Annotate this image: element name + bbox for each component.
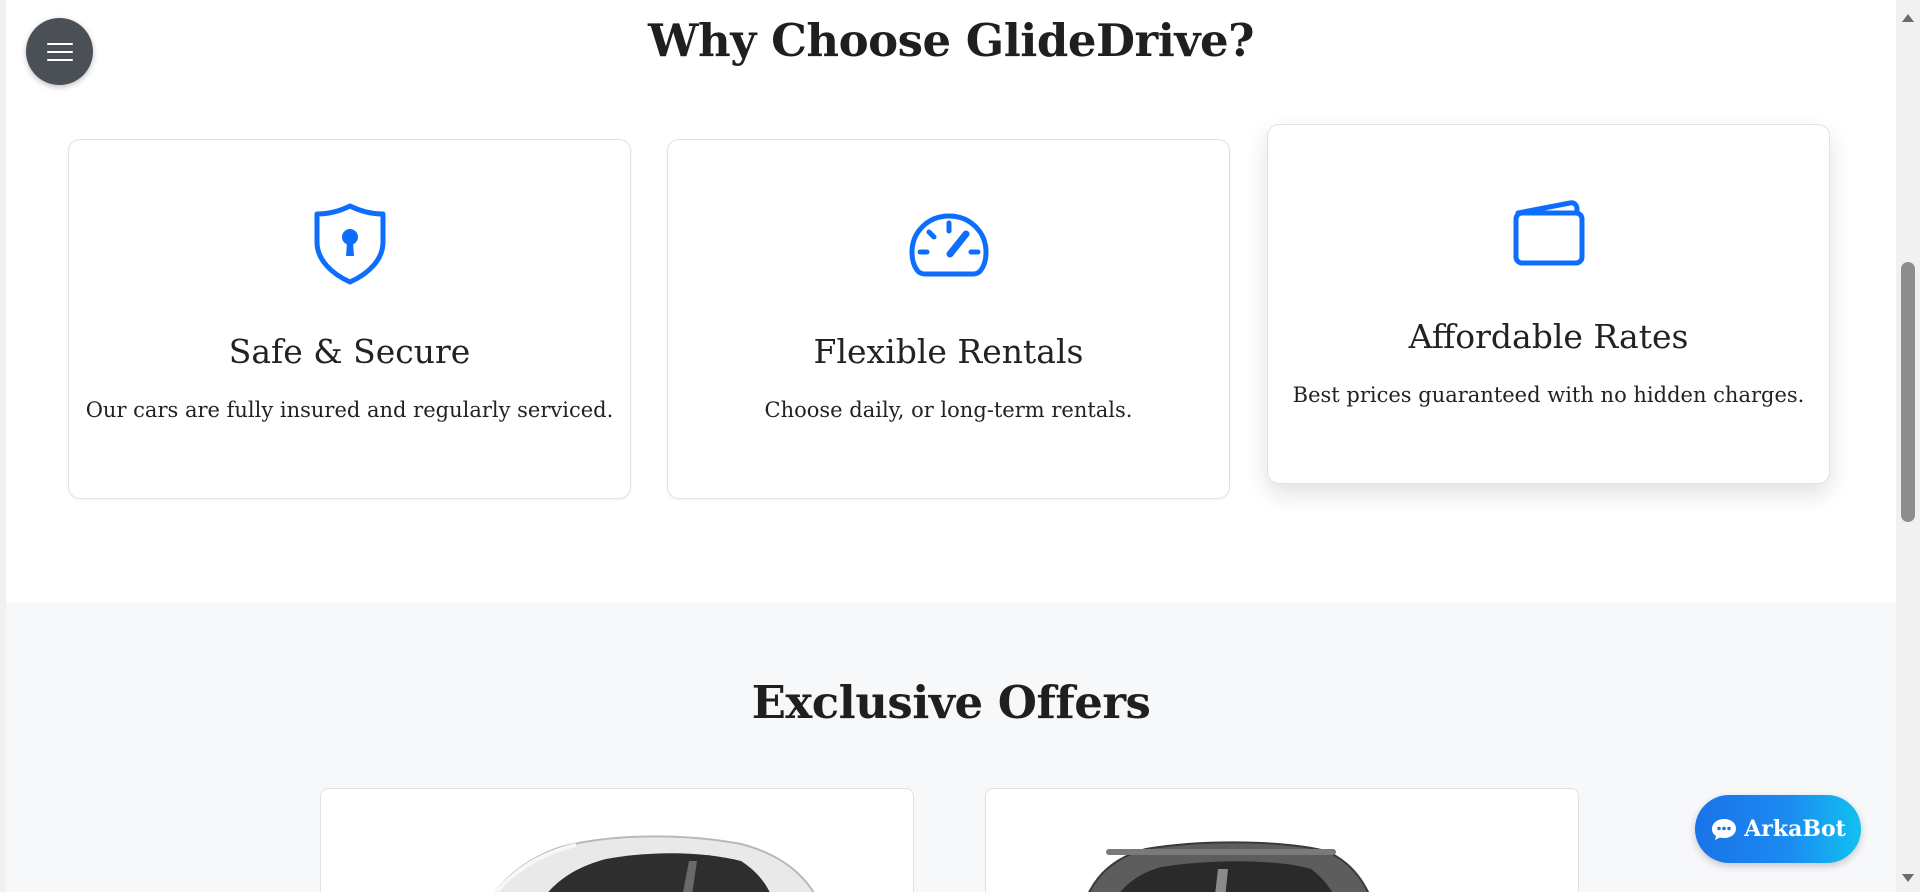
- offers-title: Exclusive Offers: [751, 676, 1151, 729]
- feature-card-flexible-rentals: Flexible Rentals Choose daily, or long-t…: [667, 139, 1230, 499]
- scroll-up-arrow-icon[interactable]: [1902, 14, 1914, 22]
- feature-title: Affordable Rates: [1408, 317, 1689, 356]
- speedometer-icon: [909, 213, 988, 277]
- feature-description: Best prices guaranteed with no hidden ch…: [1292, 383, 1805, 407]
- chat-bubble-icon: [1712, 819, 1737, 840]
- wallet-icon: [1513, 200, 1584, 266]
- shield-lock-icon: [314, 203, 385, 285]
- feature-card-affordable-rates: Affordable Rates Best prices guaranteed …: [1267, 124, 1830, 484]
- offer-card[interactable]: [320, 788, 914, 892]
- page-viewport: Why Choose GlideDrive? Safe & Secure Our…: [0, 0, 1920, 892]
- feature-title: Flexible Rentals: [813, 332, 1084, 371]
- feature-description: Choose daily, or long-term rentals.: [764, 398, 1133, 422]
- chatbot-button[interactable]: ArkaBot: [1695, 795, 1861, 863]
- offer-card[interactable]: [985, 788, 1579, 892]
- chatbot-label: ArkaBot: [1744, 816, 1846, 842]
- scrollbar-thumb[interactable]: [1901, 262, 1915, 522]
- feature-card-safe-secure: Safe & Secure Our cars are fully insured…: [68, 139, 631, 499]
- offers-section: [6, 602, 1896, 892]
- scroll-down-arrow-icon[interactable]: [1902, 874, 1914, 882]
- grey-suv-car-image: [1088, 841, 1370, 892]
- feature-title: Safe & Secure: [228, 332, 471, 371]
- page-scrollbar[interactable]: [1896, 0, 1920, 892]
- feature-description: Our cars are fully insured and regularly…: [85, 398, 614, 422]
- features-title: Why Choose GlideDrive?: [648, 14, 1254, 67]
- white-sedan-car-image: [493, 835, 815, 892]
